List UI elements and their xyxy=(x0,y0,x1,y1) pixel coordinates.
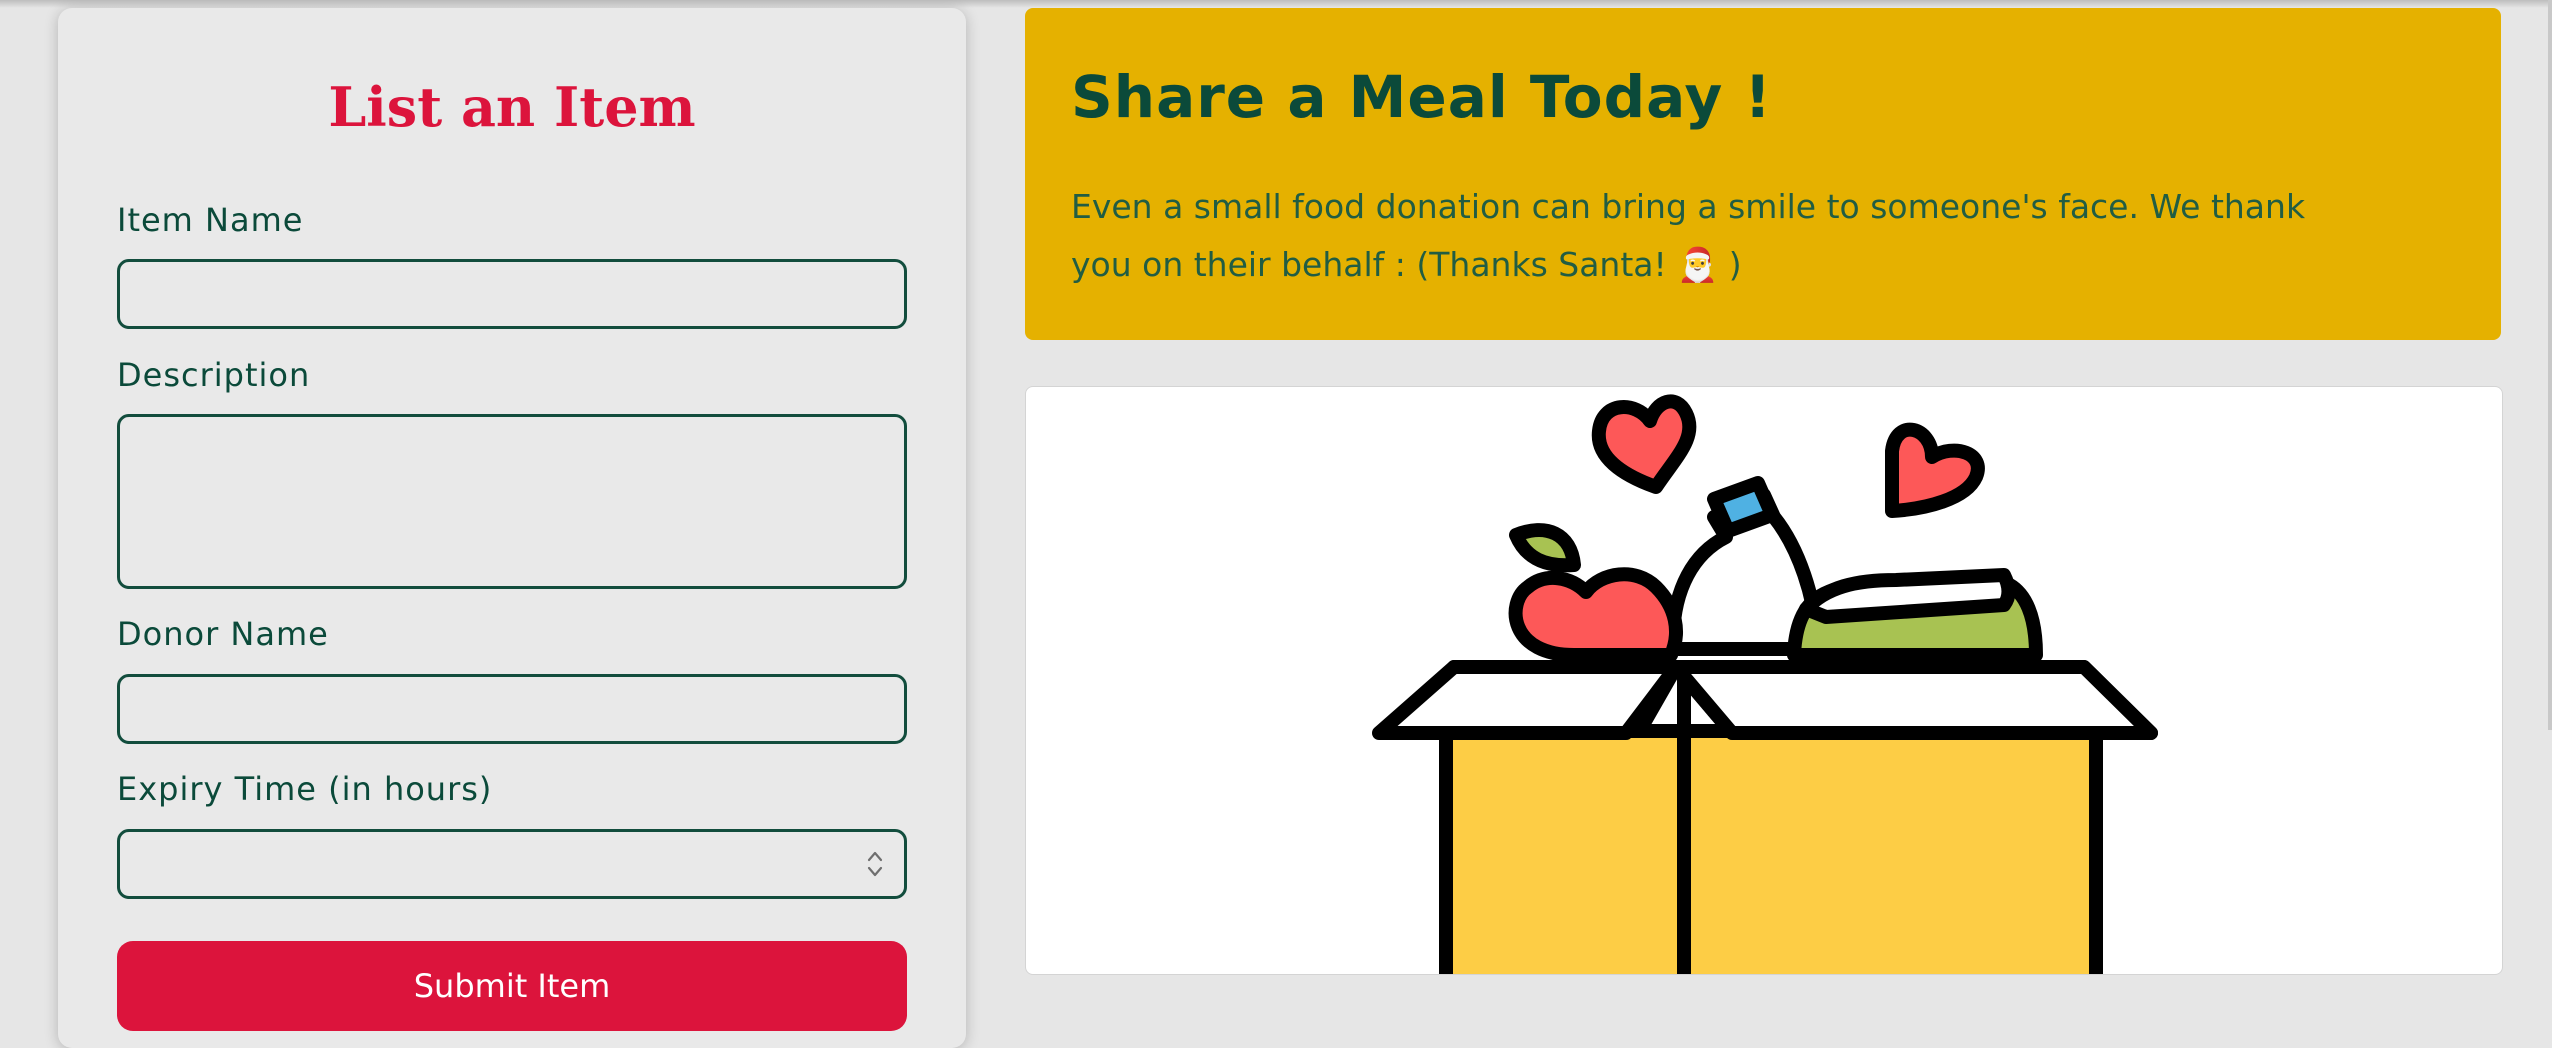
donor-name-label: Donor Name xyxy=(117,615,329,653)
list-item-form: List an Item Item Name Description Donor… xyxy=(58,8,966,1048)
form-title: List an Item xyxy=(328,75,696,139)
description-textarea[interactable] xyxy=(117,414,907,589)
donation-image-card xyxy=(1025,386,2503,975)
window-top-shadow xyxy=(0,0,2552,8)
expiry-time-label: Expiry Time (in hours) xyxy=(117,770,493,808)
donor-name-input[interactable] xyxy=(117,674,907,744)
apple-leaf-icon xyxy=(1509,523,1581,573)
item-name-input[interactable] xyxy=(117,259,907,329)
heart-icon xyxy=(1885,422,1985,518)
number-stepper-icon[interactable] xyxy=(866,849,884,879)
banner-title: Share a Meal Today ! xyxy=(1071,63,1772,131)
heart-icon xyxy=(1591,394,1697,494)
description-label: Description xyxy=(117,356,311,394)
apple-icon xyxy=(1508,567,1683,663)
donation-box-icon xyxy=(1439,724,1691,974)
food-donation-box-illustration xyxy=(1372,394,2158,974)
submit-item-button[interactable]: Submit Item xyxy=(117,941,907,1031)
share-meal-banner: Share a Meal Today ! Even a small food d… xyxy=(1025,8,2501,340)
banner-text: Even a small food donation can bring a s… xyxy=(1071,187,2306,284)
expiry-time-input[interactable] xyxy=(117,829,907,899)
scrollbar[interactable] xyxy=(2548,0,2552,730)
item-name-label: Item Name xyxy=(117,201,304,239)
